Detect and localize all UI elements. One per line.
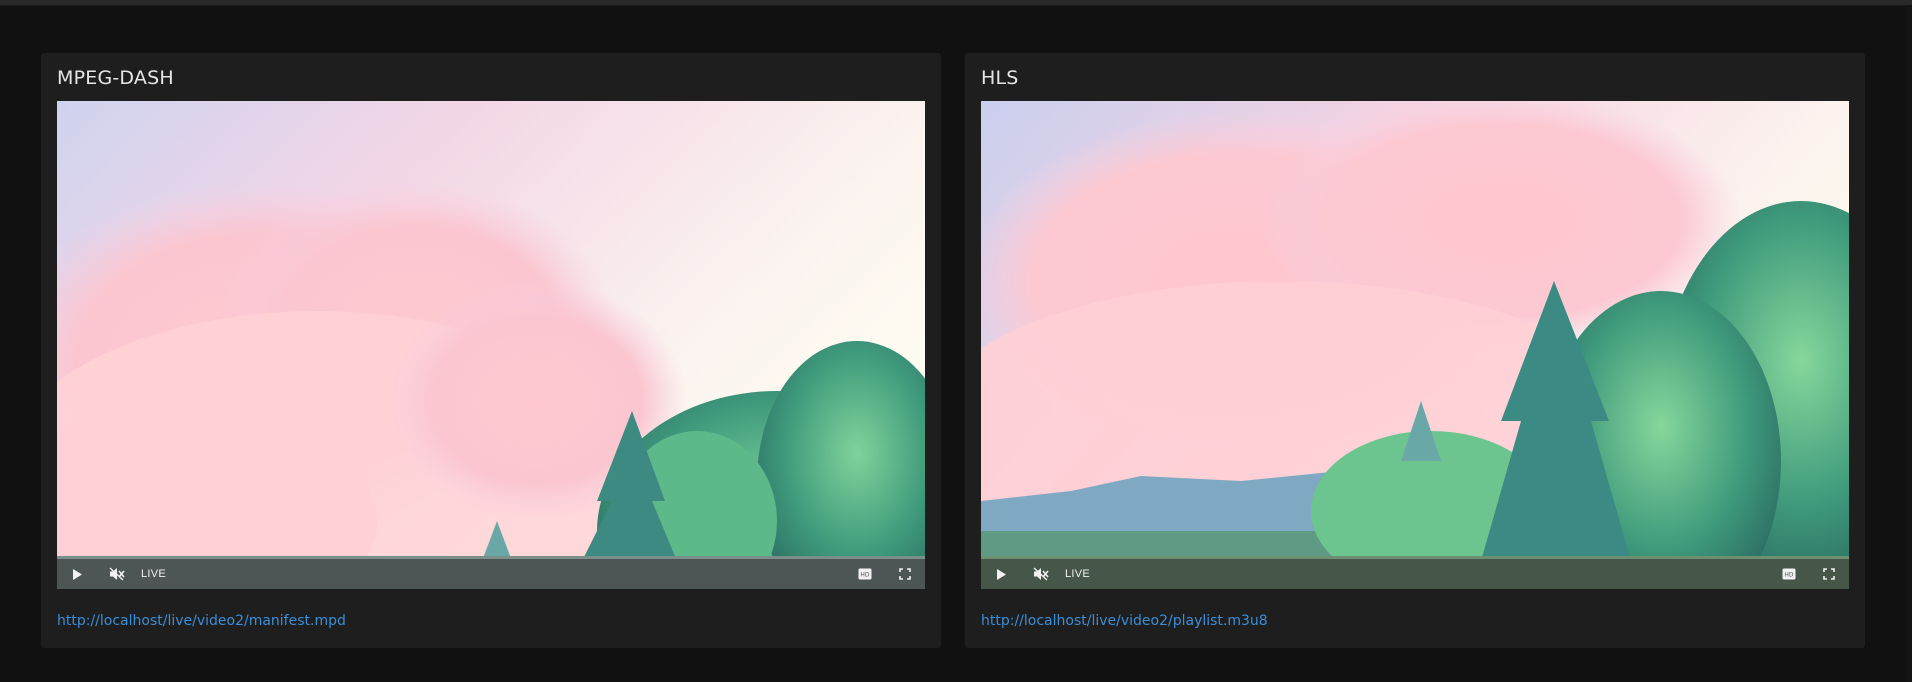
live-indicator: LIVE (141, 568, 167, 580)
quality-button[interactable]: HD (1779, 564, 1799, 584)
quality-button[interactable]: HD (855, 564, 875, 584)
play-button[interactable] (67, 564, 87, 584)
fullscreen-button[interactable] (1819, 564, 1839, 584)
player-card-mpeg-dash: MPEG-DASH LIVE HD http://localhost/live/… (41, 53, 941, 648)
player-card-hls: HLS LIVE HD http://localhost/live/video2… (965, 53, 1865, 648)
card-title: HLS (981, 67, 1019, 89)
svg-text:HD: HD (1784, 572, 1794, 579)
volume-muted-icon (1033, 567, 1049, 581)
play-icon (997, 568, 1006, 580)
stream-url-link[interactable]: http://localhost/live/video2/manifest.mp… (57, 613, 346, 629)
video-player[interactable]: LIVE HD (57, 101, 925, 589)
live-indicator: LIVE (1065, 568, 1091, 580)
fullscreen-icon (899, 568, 911, 580)
volume-muted-icon (109, 567, 125, 581)
fullscreen-button[interactable] (895, 564, 915, 584)
mute-button[interactable] (107, 564, 127, 584)
page-scrollbar[interactable] (1906, 5, 1912, 682)
play-button[interactable] (991, 564, 1011, 584)
play-icon (73, 568, 82, 580)
stream-url-link[interactable]: http://localhost/live/video2/playlist.m3… (981, 613, 1268, 629)
card-title: MPEG-DASH (57, 67, 174, 89)
hd-icon: HD (858, 568, 872, 580)
video-frame (57, 101, 925, 589)
top-bar (0, 0, 1912, 6)
video-player[interactable]: LIVE HD (981, 101, 1849, 589)
svg-text:HD: HD (860, 572, 870, 579)
video-frame (981, 101, 1849, 589)
hd-icon: HD (1782, 568, 1796, 580)
player-controls: LIVE HD (981, 559, 1849, 589)
fullscreen-icon (1823, 568, 1835, 580)
mute-button[interactable] (1031, 564, 1051, 584)
player-controls: LIVE HD (57, 559, 925, 589)
